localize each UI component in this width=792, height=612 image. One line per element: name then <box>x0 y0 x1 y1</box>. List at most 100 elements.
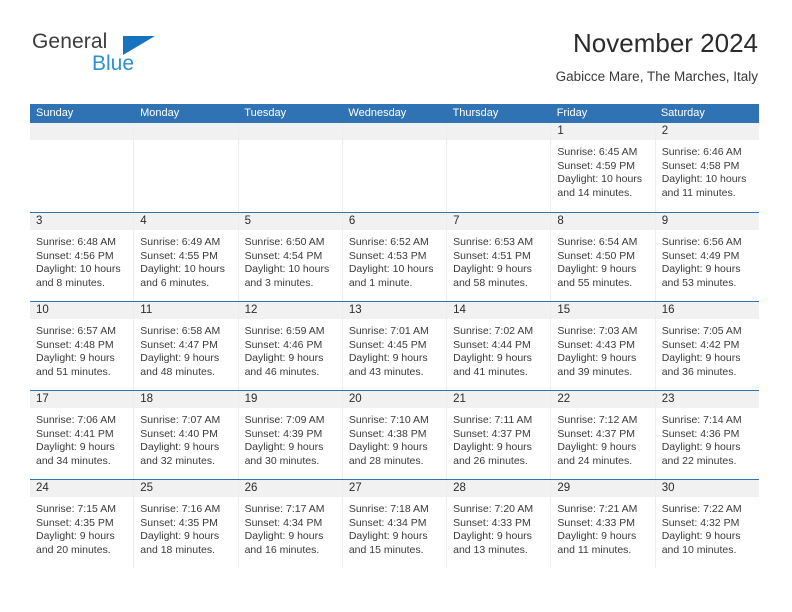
day-detail-line: Daylight: 9 hours <box>661 263 741 276</box>
calendar-day-cell[interactable]: 16 Sunrise: 7:05 AM Sunset: 4:42 PM Dayligh… <box>655 302 759 390</box>
calendar-day-cell[interactable]: 19 Sunrise: 7:09 AM Sunset: 4:39 PM Dayligh… <box>238 391 343 479</box>
calendar-day-cell[interactable]: 12 Sunrise: 6:59 AM Sunset: 4:46 PM Dayligh… <box>238 302 343 390</box>
day-details: Sunrise: 7:12 AM Sunset: 4:37 PM Daylight:… <box>551 409 654 468</box>
calendar-day-cell[interactable]: 21 Sunrise: 7:11 AM Sunset: 4:37 PM Dayligh… <box>447 391 552 479</box>
day-detail-line: Sunrise: 7:16 AM <box>140 503 221 515</box>
calendar-day-cell[interactable]: 22 Sunrise: 7:12 AM Sunset: 4:37 PM Dayligh… <box>551 391 656 479</box>
day-detail-line: Sunrise: 6:59 AM <box>244 325 325 337</box>
day-details: Sunrise: 7:16 AM Sunset: 4:35 PM Daylight:… <box>134 498 237 557</box>
day-detail-line: and 13 minutes. <box>453 543 528 556</box>
day-detail-line: Sunrise: 7:18 AM <box>348 503 429 515</box>
day-details: Sunrise: 7:20 AM Sunset: 4:33 PM Daylight:… <box>447 498 550 557</box>
day-detail-line: and 8 minutes. <box>36 276 105 289</box>
calendar-day-cell[interactable]: 30 Sunrise: 7:22 AM Sunset: 4:32 PM Dayligh… <box>655 480 759 568</box>
day-number: 14 <box>453 304 466 316</box>
calendar-day-cell[interactable]: 11 Sunrise: 6:58 AM Sunset: 4:47 PM Dayligh… <box>134 302 239 390</box>
day-detail-line: Sunset: 4:46 PM <box>244 338 323 351</box>
weekday-header-friday: Friday <box>556 107 588 119</box>
day-number: 10 <box>36 304 49 316</box>
calendar-day-cell[interactable]: 13 Sunrise: 7:01 AM Sunset: 4:45 PM Dayligh… <box>342 302 448 390</box>
day-number-band: 7 <box>447 213 551 231</box>
calendar-day-cell[interactable]: 1 Sunrise: 6:45 AM Sunset: 4:59 PM Daylight… <box>551 123 656 212</box>
day-number: 26 <box>244 482 258 494</box>
day-detail-line: Daylight: 9 hours <box>140 441 220 454</box>
day-detail-line: and 28 minutes. <box>348 454 424 467</box>
calendar-day-cell[interactable]: 7 Sunrise: 6:53 AM Sunset: 4:51 PM Daylight… <box>447 213 552 301</box>
calendar-day-cell-empty[interactable] <box>30 123 135 212</box>
day-detail-line: Daylight: 9 hours <box>453 441 532 454</box>
day-detail-line: Sunset: 4:42 PM <box>661 338 740 351</box>
calendar-day-cell[interactable]: 6 Sunrise: 6:52 AM Sunset: 4:53 PM Daylight… <box>342 213 448 301</box>
day-detail-line: Sunrise: 6:52 AM <box>348 236 429 248</box>
day-detail-line: and 24 minutes. <box>557 454 633 467</box>
day-detail-line: Sunrise: 7:11 AM <box>453 414 533 426</box>
day-detail-line: and 14 minutes. <box>557 186 633 199</box>
calendar-day-cell[interactable]: 24 Sunrise: 7:15 AM Sunset: 4:35 PM Dayligh… <box>30 480 135 568</box>
day-number: 16 <box>661 304 675 316</box>
day-number: 17 <box>36 393 49 405</box>
day-detail-line: Sunrise: 6:54 AM <box>557 236 638 248</box>
day-number: 8 <box>557 215 564 227</box>
generalblue-logo[interactable]: General Blue <box>30 28 240 88</box>
day-detail-line: and 36 minutes. <box>661 365 737 378</box>
day-details <box>30 141 133 146</box>
calendar-day-cell-empty[interactable] <box>342 123 448 212</box>
day-detail-line: Sunrise: 6:58 AM <box>140 325 221 337</box>
calendar-day-cell[interactable]: 2 Sunrise: 6:46 AM Sunset: 4:58 PM Daylight… <box>655 123 759 212</box>
calendar-day-cell[interactable]: 5 Sunrise: 6:50 AM Sunset: 4:54 PM Daylight… <box>238 213 343 301</box>
day-detail-line: and 53 minutes. <box>661 276 737 289</box>
calendar-day-cell[interactable]: 25 Sunrise: 7:16 AM Sunset: 4:35 PM Dayligh… <box>134 480 239 568</box>
day-detail-line: and 51 minutes. <box>36 365 111 378</box>
day-number-band: 28 <box>447 480 551 498</box>
calendar-day-cell[interactable]: 3 Sunrise: 6:48 AM Sunset: 4:56 PM Daylight… <box>30 213 135 301</box>
calendar-weeks: 1 Sunrise: 6:45 AM Sunset: 4:59 PM Daylight… <box>30 123 759 568</box>
day-number: 22 <box>557 393 571 405</box>
day-number-band: 29 <box>551 480 655 498</box>
day-detail-line: Daylight: 9 hours <box>557 441 637 454</box>
day-detail-line: and 48 minutes. <box>140 365 215 378</box>
calendar-day-cell[interactable]: 18 Sunrise: 7:07 AM Sunset: 4:40 PM Dayligh… <box>134 391 239 479</box>
day-number: 6 <box>348 215 356 227</box>
day-number-band: 17 <box>30 391 134 409</box>
calendar-day-cell[interactable]: 28 Sunrise: 7:20 AM Sunset: 4:33 PM Dayligh… <box>447 480 552 568</box>
day-detail-line: Daylight: 9 hours <box>453 530 532 543</box>
day-number-band: 11 <box>134 302 238 320</box>
day-details: Sunrise: 7:15 AM Sunset: 4:35 PM Daylight:… <box>30 498 133 557</box>
calendar-day-cell-empty[interactable] <box>447 123 552 212</box>
day-detail-line: Daylight: 9 hours <box>348 530 428 543</box>
day-detail-line: and 3 minutes. <box>244 276 314 289</box>
day-detail-line: Sunrise: 7:10 AM <box>348 414 429 426</box>
calendar-day-cell[interactable]: 23 Sunrise: 7:14 AM Sunset: 4:36 PM Dayligh… <box>655 391 759 479</box>
calendar-day-cell[interactable]: 9 Sunrise: 6:56 AM Sunset: 4:49 PM Daylight… <box>655 213 759 301</box>
day-detail-line: Sunrise: 7:22 AM <box>661 503 742 515</box>
calendar-day-cell[interactable]: 27 Sunrise: 7:18 AM Sunset: 4:34 PM Dayligh… <box>342 480 448 568</box>
calendar-day-cell[interactable]: 14 Sunrise: 7:02 AM Sunset: 4:44 PM Dayligh… <box>447 302 552 390</box>
calendar-day-cell[interactable]: 15 Sunrise: 7:03 AM Sunset: 4:43 PM Dayligh… <box>551 302 656 390</box>
calendar-day-cell[interactable]: 29 Sunrise: 7:21 AM Sunset: 4:33 PM Dayligh… <box>551 480 656 568</box>
calendar-day-cell[interactable]: 10 Sunrise: 6:57 AM Sunset: 4:48 PM Dayligh… <box>30 302 135 390</box>
calendar-day-cell[interactable]: 4 Sunrise: 6:49 AM Sunset: 4:55 PM Daylight… <box>134 213 239 301</box>
day-detail-line: Daylight: 9 hours <box>244 352 324 365</box>
calendar-day-cell[interactable]: 8 Sunrise: 6:54 AM Sunset: 4:50 PM Daylight… <box>551 213 656 301</box>
day-number: 9 <box>661 215 669 227</box>
calendar-day-cell[interactable]: 20 Sunrise: 7:10 AM Sunset: 4:38 PM Dayligh… <box>342 391 448 479</box>
day-number-band: 3 <box>30 213 134 231</box>
day-detail-line: Sunrise: 7:17 AM <box>244 503 325 515</box>
day-number-band: 4 <box>134 213 238 231</box>
calendar-day-cell-empty[interactable] <box>134 123 239 212</box>
day-number-band: 15 <box>551 302 655 320</box>
day-detail-line: and 11 minutes. <box>661 186 736 199</box>
day-number-band: 24 <box>30 480 134 498</box>
day-detail-line: Sunset: 4:38 PM <box>348 427 427 440</box>
day-number: 1 <box>557 125 564 137</box>
day-detail-line: Sunset: 4:40 PM <box>140 427 218 440</box>
day-details: Sunrise: 7:22 AM Sunset: 4:32 PM Daylight:… <box>656 498 759 557</box>
calendar-day-cell-empty[interactable] <box>238 123 343 212</box>
calendar-day-cell[interactable]: 26 Sunrise: 7:17 AM Sunset: 4:34 PM Dayligh… <box>238 480 343 568</box>
calendar-week-row: 3 Sunrise: 6:48 AM Sunset: 4:56 PM Daylight… <box>30 212 759 301</box>
title-block: November 2024 Gabicce Mare, The Marches,… <box>556 28 758 86</box>
day-number-band <box>447 123 551 141</box>
calendar-day-cell[interactable]: 17 Sunrise: 7:06 AM Sunset: 4:41 PM Dayligh… <box>30 391 135 479</box>
day-detail-line: Sunset: 4:33 PM <box>557 516 636 529</box>
day-number-band: 9 <box>655 213 759 231</box>
